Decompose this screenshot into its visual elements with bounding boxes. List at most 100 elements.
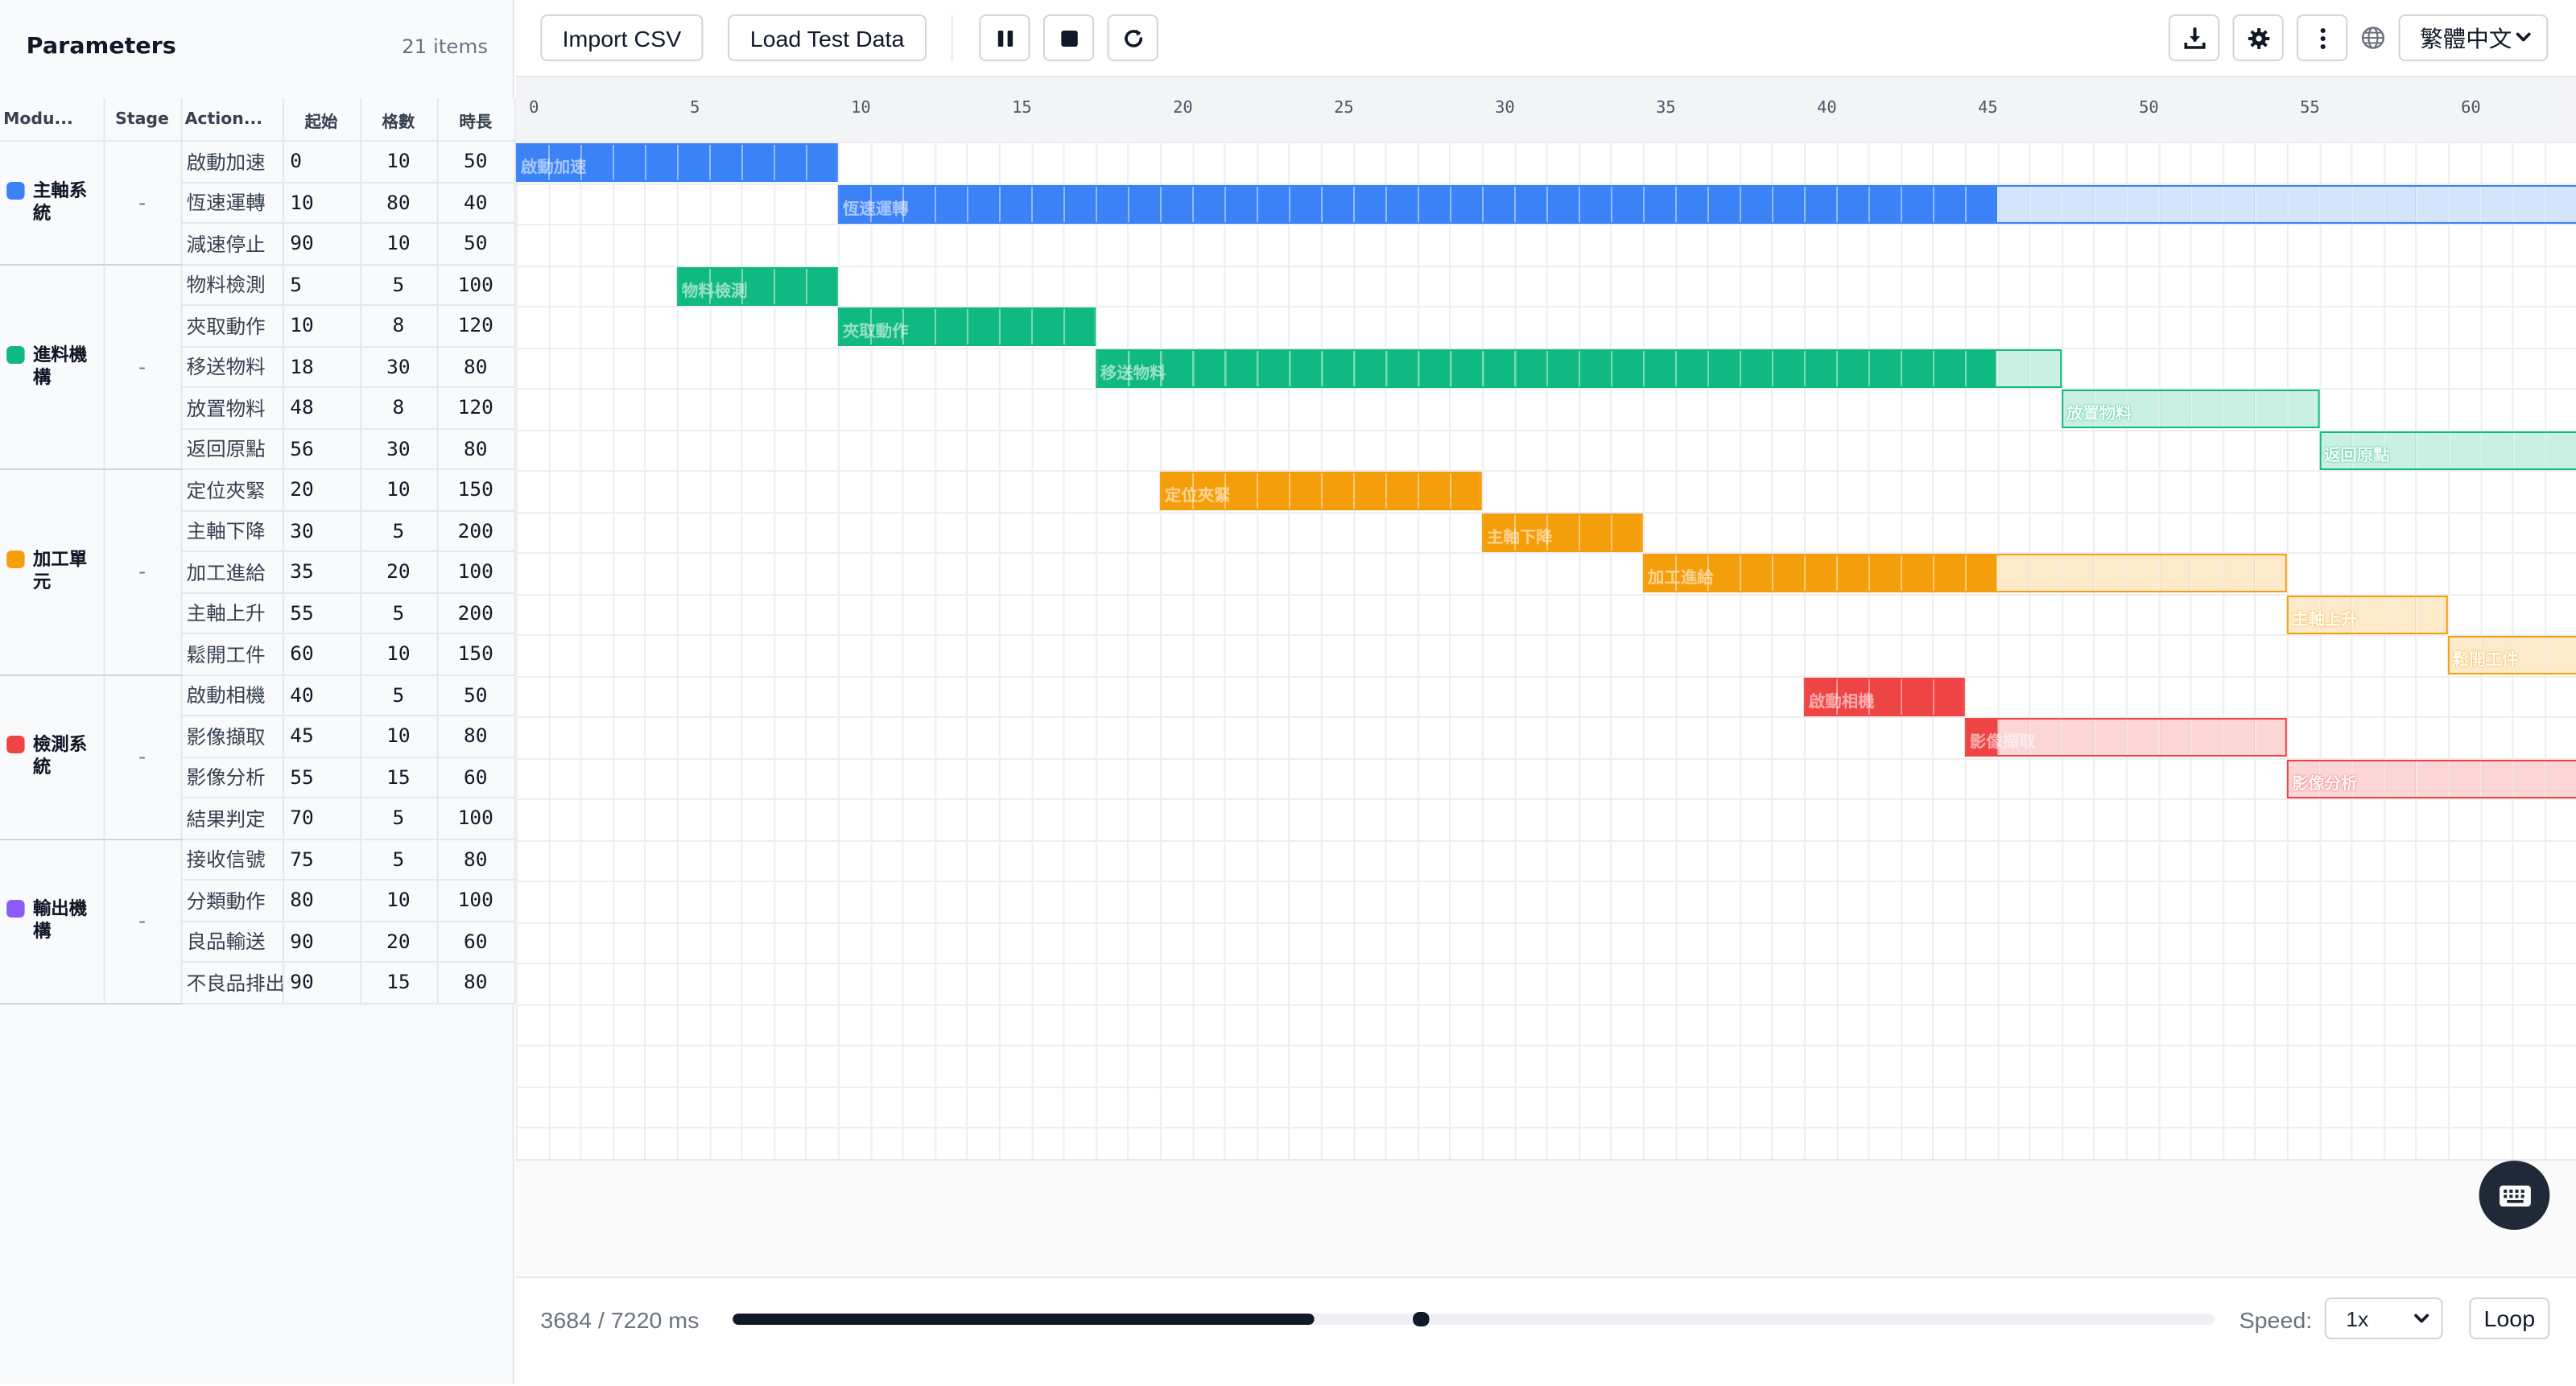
duration-cell[interactable]: 100 (436, 551, 515, 593)
action-name-cell[interactable]: 影像擷取 (180, 716, 284, 757)
cells-count-cell[interactable]: 10 (359, 880, 438, 922)
duration-cell[interactable]: 80 (436, 839, 515, 881)
stage-cell[interactable]: - (103, 264, 182, 470)
timeline-bar[interactable]: 恆速運轉 (837, 184, 2576, 223)
action-name-cell[interactable]: 返回原點 (180, 428, 284, 470)
start-cell[interactable]: 90 (283, 921, 361, 963)
language-select[interactable]: 繁體中文 (2398, 14, 2549, 61)
timeline-bar[interactable]: 鬆開工件 (2447, 636, 2576, 674)
action-name-cell[interactable]: 放置物料 (180, 387, 284, 429)
column-header-duration[interactable]: 時長 (436, 98, 515, 142)
action-name-cell[interactable]: 加工進給 (180, 551, 284, 593)
cells-count-cell[interactable]: 10 (359, 716, 438, 757)
duration-cell[interactable]: 200 (436, 592, 515, 634)
duration-cell[interactable]: 150 (436, 469, 515, 511)
cells-count-cell[interactable]: 30 (359, 428, 438, 470)
duration-cell[interactable]: 100 (436, 264, 515, 306)
stop-button[interactable] (1042, 14, 1095, 61)
start-cell[interactable]: 90 (283, 223, 361, 265)
timeline-bar[interactable]: 移送物料 (1095, 349, 2062, 387)
timeline-grid[interactable]: 0 5 10 15 20 25 30 35 40 45 50 55 60 啟動加速 恆速運轉 物料檢測 夾取動… (515, 77, 2576, 1161)
cells-count-cell[interactable]: 80 (359, 182, 438, 224)
duration-cell[interactable]: 50 (436, 141, 515, 183)
table-row[interactable]: 進料機構 - 物料檢測 5 5 100 (0, 264, 515, 470)
start-cell[interactable]: 5 (283, 264, 361, 306)
restart-button[interactable] (1107, 14, 1158, 61)
cells-count-cell[interactable]: 15 (359, 757, 438, 798)
start-cell[interactable]: 80 (283, 880, 361, 922)
loop-button[interactable]: Loop (2469, 1297, 2550, 1339)
action-name-cell[interactable]: 啟動相機 (180, 674, 284, 716)
cells-count-cell[interactable]: 5 (359, 592, 438, 634)
stage-cell[interactable]: - (103, 141, 182, 265)
column-header-action[interactable]: Action... (180, 98, 284, 142)
cells-count-cell[interactable]: 10 (359, 469, 438, 511)
duration-cell[interactable]: 60 (436, 757, 515, 798)
module-cell[interactable]: 加工單元 (0, 469, 105, 675)
action-name-cell[interactable]: 主軸下降 (180, 510, 284, 552)
stage-cell[interactable]: - (103, 469, 182, 675)
action-name-cell[interactable]: 主軸上升 (180, 592, 284, 634)
action-name-cell[interactable]: 定位夾緊 (180, 469, 284, 511)
action-name-cell[interactable]: 移送物料 (180, 346, 284, 388)
timeline-bar[interactable]: 夾取動作 (837, 307, 1096, 346)
cells-count-cell[interactable]: 8 (359, 305, 438, 347)
settings-button[interactable] (2232, 14, 2284, 61)
timeline-bar[interactable]: 啟動加速 (515, 143, 838, 182)
cells-count-cell[interactable]: 10 (359, 633, 438, 675)
duration-cell[interactable]: 60 (436, 921, 515, 963)
action-name-cell[interactable]: 減速停止 (180, 223, 284, 265)
progress-track[interactable] (733, 1312, 2215, 1326)
duration-cell[interactable]: 50 (436, 223, 515, 265)
module-cell[interactable]: 進料機構 (0, 264, 105, 470)
column-header-stage[interactable]: Stage (103, 98, 182, 142)
action-name-cell[interactable]: 影像分析 (180, 757, 284, 798)
module-cell[interactable]: 輸出機構 (0, 839, 105, 1004)
timeline-bar[interactable]: 返回原點 (2318, 431, 2576, 469)
timeline-bar[interactable]: 主軸下降 (1481, 513, 1643, 551)
start-cell[interactable]: 48 (283, 387, 361, 429)
module-cell[interactable]: 主軸系統 (0, 141, 105, 265)
duration-cell[interactable]: 80 (436, 962, 515, 1004)
action-name-cell[interactable]: 恆速運轉 (180, 182, 284, 224)
action-name-cell[interactable]: 物料檢測 (180, 264, 284, 306)
cells-count-cell[interactable]: 5 (359, 510, 438, 552)
cells-count-cell[interactable]: 5 (359, 839, 438, 881)
cells-count-cell[interactable]: 10 (359, 223, 438, 265)
action-name-cell[interactable]: 不良品排出 (180, 962, 284, 1004)
stage-cell[interactable]: - (103, 674, 182, 839)
table-row[interactable]: 檢測系統 - 啟動相機 40 5 50 (0, 674, 515, 839)
stage-cell[interactable]: - (103, 839, 182, 1004)
cells-count-cell[interactable]: 5 (359, 674, 438, 716)
table-row[interactable]: 主軸系統 - 啟動加速 0 10 50 (0, 141, 515, 265)
action-name-cell[interactable]: 啟動加速 (180, 141, 284, 183)
start-cell[interactable]: 20 (283, 469, 361, 511)
timeline-bar[interactable]: 放置物料 (2061, 390, 2319, 428)
action-name-cell[interactable]: 結果判定 (180, 798, 284, 839)
start-cell[interactable]: 30 (283, 510, 361, 552)
duration-cell[interactable]: 80 (436, 716, 515, 757)
start-cell[interactable]: 60 (283, 633, 361, 675)
cells-count-cell[interactable]: 15 (359, 962, 438, 1004)
start-cell[interactable]: 55 (283, 592, 361, 634)
duration-cell[interactable]: 120 (436, 305, 515, 347)
progress-thumb[interactable] (1412, 1312, 1430, 1326)
duration-cell[interactable]: 100 (436, 798, 515, 839)
start-cell[interactable]: 90 (283, 962, 361, 1004)
cells-count-cell[interactable]: 30 (359, 346, 438, 388)
start-cell[interactable]: 56 (283, 428, 361, 470)
action-name-cell[interactable]: 分類動作 (180, 880, 284, 922)
duration-cell[interactable]: 80 (436, 346, 515, 388)
action-name-cell[interactable]: 接收信號 (180, 839, 284, 881)
start-cell[interactable]: 18 (283, 346, 361, 388)
cells-count-cell[interactable]: 8 (359, 387, 438, 429)
duration-cell[interactable]: 40 (436, 182, 515, 224)
cells-count-cell[interactable]: 5 (359, 798, 438, 839)
start-cell[interactable]: 0 (283, 141, 361, 183)
duration-cell[interactable]: 50 (436, 674, 515, 716)
duration-cell[interactable]: 120 (436, 387, 515, 429)
start-cell[interactable]: 75 (283, 839, 361, 881)
timeline-bar[interactable]: 影像擷取 (1964, 718, 2287, 757)
table-row[interactable]: 加工單元 - 定位夾緊 20 10 150 (0, 469, 515, 675)
more-options-button[interactable] (2297, 14, 2348, 61)
